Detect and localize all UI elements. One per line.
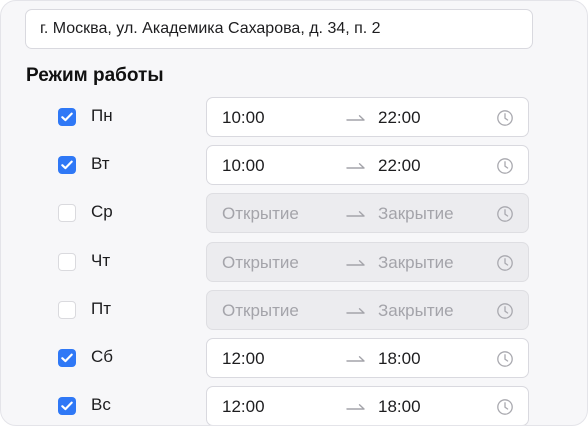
close-time-placeholder[interactable]: Закрытие — [378, 204, 454, 224]
time-range-field[interactable]: 12:00 18:00 — [206, 386, 529, 425]
schedule-row: Вс 12:00 18:00 — [1, 382, 587, 425]
close-time-placeholder[interactable]: Закрытие — [378, 301, 454, 321]
arrow-right-icon — [346, 260, 365, 266]
arrow-right-icon — [346, 404, 365, 410]
arrow-right-icon — [346, 163, 365, 169]
check-icon — [61, 401, 73, 411]
schedule-row: Сб 12:00 18:00 — [1, 334, 587, 382]
day-label: Пт — [91, 299, 112, 318]
day-checkbox[interactable] — [58, 349, 76, 367]
close-time[interactable]: 18:00 — [378, 349, 421, 369]
open-time[interactable]: 10:00 — [222, 156, 265, 176]
day-checkbox[interactable] — [58, 108, 76, 126]
clock-icon[interactable] — [496, 350, 514, 368]
day-label: Пн — [91, 106, 113, 125]
open-time[interactable]: 10:00 — [222, 108, 265, 128]
day-label: Вс — [91, 395, 111, 414]
open-time-placeholder[interactable]: Открытие — [222, 301, 299, 321]
arrow-right-icon — [346, 308, 365, 314]
day-checkbox[interactable] — [58, 397, 76, 415]
time-range-field[interactable]: Открытие Закрытие — [206, 193, 529, 233]
time-range-field[interactable]: 12:00 18:00 — [206, 338, 529, 378]
time-range-field[interactable]: 10:00 22:00 — [206, 97, 529, 137]
clock-icon[interactable] — [496, 205, 514, 223]
settings-panel: г. Москва, ул. Академика Сахарова, д. 34… — [0, 0, 588, 426]
schedule-row: Пн 10:00 22:00 — [1, 93, 587, 141]
time-range-field[interactable]: Открытие Закрытие — [206, 290, 529, 330]
clock-icon[interactable] — [496, 157, 514, 175]
time-range-field[interactable]: 10:00 22:00 — [206, 145, 529, 185]
close-time[interactable]: 22:00 — [378, 156, 421, 176]
open-time-placeholder[interactable]: Открытие — [222, 253, 299, 273]
close-time-placeholder[interactable]: Закрытие — [378, 253, 454, 273]
day-checkbox[interactable] — [58, 253, 76, 271]
clock-icon[interactable] — [496, 302, 514, 320]
check-icon — [61, 160, 73, 170]
arrow-right-icon — [346, 211, 365, 217]
schedule-row: Ср Открытие Закрытие — [1, 189, 587, 237]
open-time[interactable]: 12:00 — [222, 349, 265, 369]
day-label: Вт — [91, 154, 110, 173]
check-icon — [61, 112, 73, 122]
day-label: Сб — [91, 347, 114, 366]
schedule-row: Чт Открытие Закрытие — [1, 238, 587, 286]
close-time[interactable]: 22:00 — [378, 108, 421, 128]
close-time[interactable]: 18:00 — [378, 397, 421, 417]
open-time-placeholder[interactable]: Открытие — [222, 204, 299, 224]
check-icon — [61, 353, 73, 363]
arrow-right-icon — [346, 115, 365, 121]
time-range-field[interactable]: Открытие Закрытие — [206, 242, 529, 282]
day-label: Ср — [91, 202, 113, 221]
clock-icon[interactable] — [496, 398, 514, 416]
schedule-row: Вт 10:00 22:00 — [1, 141, 587, 189]
day-checkbox[interactable] — [58, 156, 76, 174]
day-checkbox[interactable] — [58, 301, 76, 319]
clock-icon[interactable] — [496, 254, 514, 272]
schedule-row: Пт Открытие Закрытие — [1, 286, 587, 334]
day-checkbox[interactable] — [58, 204, 76, 222]
schedule-title: Режим работы — [26, 65, 164, 86]
address-field[interactable]: г. Москва, ул. Академика Сахарова, д. 34… — [25, 9, 533, 49]
arrow-right-icon — [346, 356, 365, 362]
day-label: Чт — [91, 251, 111, 270]
clock-icon[interactable] — [496, 109, 514, 127]
open-time[interactable]: 12:00 — [222, 397, 265, 417]
